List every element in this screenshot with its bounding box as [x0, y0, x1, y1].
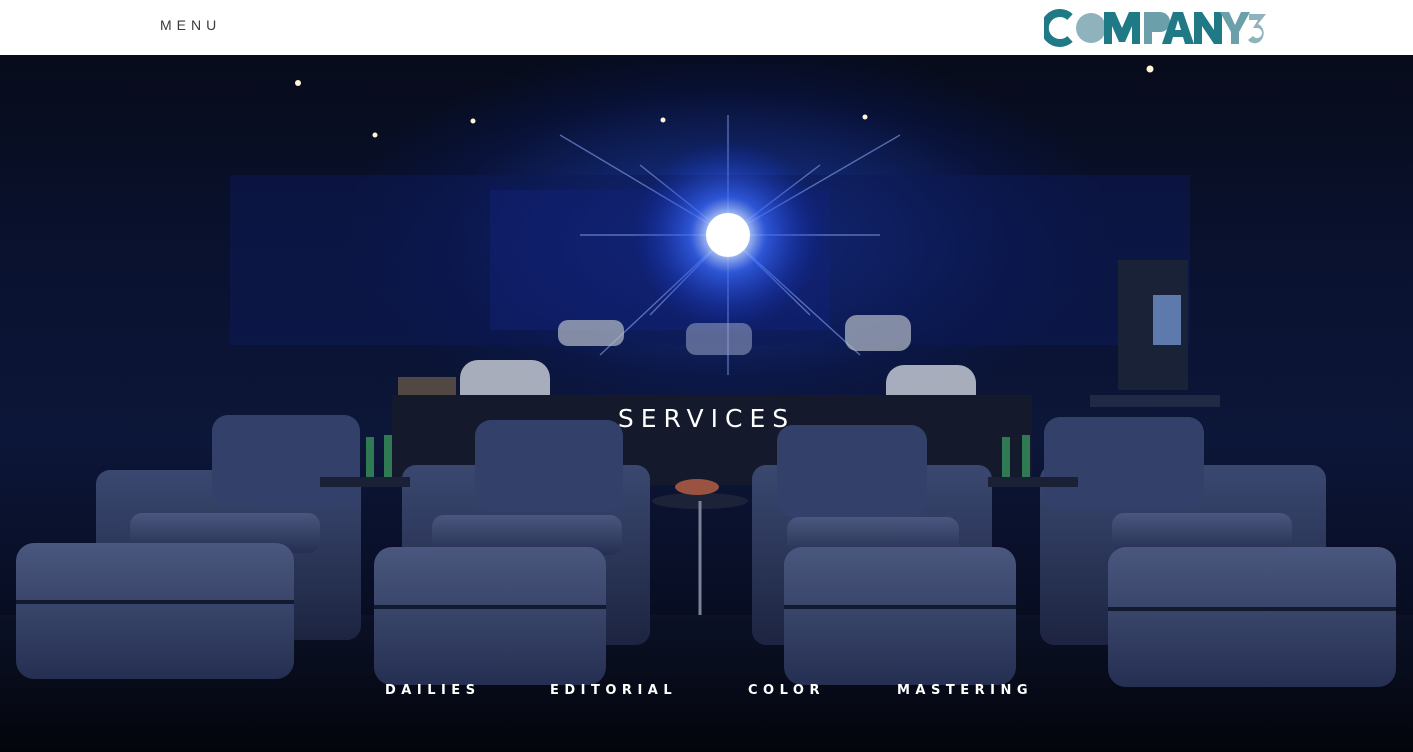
logo-letter-y [1220, 12, 1250, 44]
menu-button[interactable]: MENU [160, 17, 221, 33]
nav-link-mastering[interactable]: MASTERING [897, 683, 1033, 698]
company3-logo[interactable] [1044, 8, 1270, 48]
services-nav: DAILIES EDITORIAL COLOR MASTERING [0, 683, 1413, 707]
nav-link-dailies[interactable]: DAILIES [385, 683, 481, 698]
ceiling-lights [295, 65, 1154, 138]
logo-letter-c [1044, 9, 1073, 47]
logo-letter-o [1076, 13, 1106, 43]
hero-banner: SERVICES DAILIES EDITORIAL COLOR MASTERI… [0, 55, 1413, 752]
logo-letter-m [1104, 12, 1140, 44]
logo-digit-3 [1248, 14, 1266, 44]
logo-letter-n [1194, 12, 1222, 44]
nav-link-editorial[interactable]: EDITORIAL [550, 683, 677, 698]
nav-link-color[interactable]: COLOR [748, 683, 825, 698]
site-header: MENU [0, 0, 1413, 55]
page-title: SERVICES [617, 403, 796, 433]
